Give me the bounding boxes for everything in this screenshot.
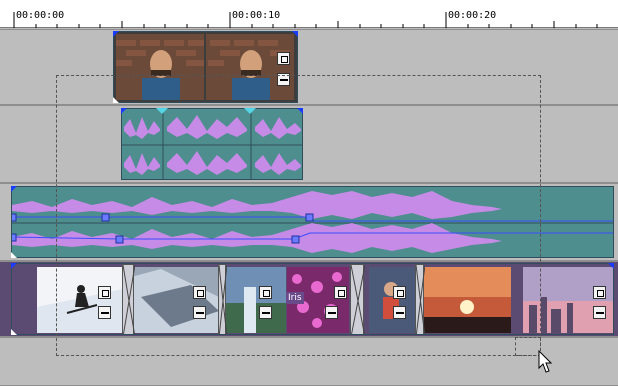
clip-in-marker (11, 263, 17, 269)
selection-marquee (56, 75, 541, 356)
clip-corner-marker (11, 329, 17, 335)
pan-zoom-icon[interactable] (593, 306, 606, 319)
ruler-label-0: 00:00:00 (16, 10, 65, 21)
crop-icon[interactable] (277, 52, 290, 65)
ruler-label-10: 00:00:10 (232, 10, 281, 21)
timeline-window: 00:00:00 00:00:10 00:00:20 Iris (0, 0, 618, 386)
clip-corner-marker (11, 252, 17, 258)
clip-out-marker (292, 31, 298, 37)
ruler-label-20: 00:00:20 (448, 10, 497, 21)
clip-out-marker (608, 263, 614, 269)
clip-in-marker (113, 31, 119, 37)
mouse-pointer-icon (538, 350, 553, 373)
crop-icon[interactable] (593, 286, 606, 299)
time-ruler[interactable]: 00:00:00 00:00:10 00:00:20 (0, 0, 618, 28)
clip-in-marker (11, 186, 17, 192)
ruler-ticks (13, 12, 598, 28)
